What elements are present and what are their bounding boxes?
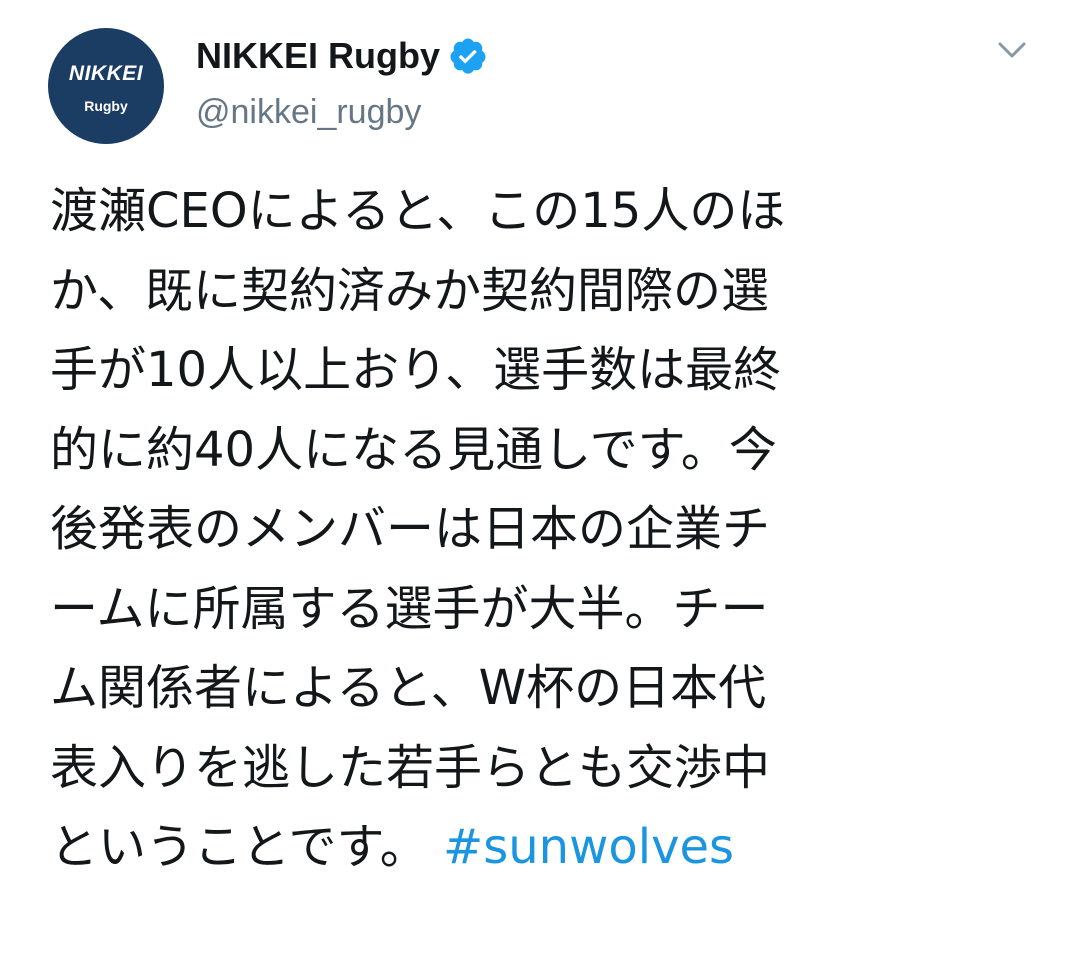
tweet-text-line: ームに所属する選手が大半。チー <box>50 580 769 637</box>
tweet-text-line: か、既に契約済みか契約間際の選 <box>50 262 770 319</box>
tweet-text-ending: ということです。 <box>50 819 428 875</box>
avatar[interactable]: NIKKEI Rugby <box>48 28 164 144</box>
tweet-text-line: 渡瀬CEOによると、この15人のほ <box>50 183 786 239</box>
verified-badge-icon <box>450 38 486 74</box>
tweet-text-line: 手が10人以上おり、選手数は最終 <box>50 342 782 398</box>
account-handle[interactable]: @nikkei_rugby <box>196 90 421 134</box>
avatar-logo-sub: Rugby <box>84 98 128 114</box>
tweet-card: NIKKEI Rugby NIKKEI Rugby @nikkei_rugby … <box>0 0 1080 963</box>
tweet-text-line: 的に約40人になる見通しです。今 <box>50 421 777 478</box>
avatar-logo-main: NIKKEI <box>68 62 144 85</box>
tweet-text-last-line: ということです。 #sunwolves <box>50 808 1050 888</box>
chevron-down-icon[interactable] <box>990 34 1034 68</box>
tweet-text-line: 表入りを逃した若手らとも交渉中 <box>50 739 771 796</box>
tweet-text-line: 後発表のメンバーは日本の企業チ <box>50 501 771 557</box>
tweet-text-line: ム関係者によると、W杯の日本代 <box>50 660 767 716</box>
tweet-text: 渡瀬CEOによると、この15人のほ か、既に契約済みか契約間際の選 手が10人以… <box>50 172 1050 888</box>
hashtag-link[interactable]: #sunwolves <box>443 819 734 875</box>
display-name-text: NIKKEI Rugby <box>196 35 441 76</box>
display-name[interactable]: NIKKEI Rugby <box>196 34 488 78</box>
